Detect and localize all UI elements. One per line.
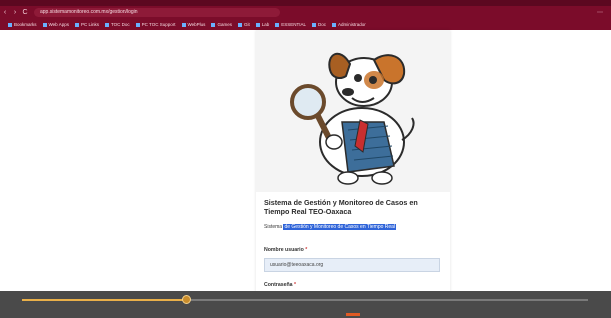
bookmark-favicon-icon	[211, 22, 216, 27]
required-marker: *	[305, 247, 308, 253]
bookmark-favicon-icon	[237, 22, 242, 27]
bookmark-favicon-icon	[74, 22, 79, 27]
browser-chrome: ‹ › C app.sistemamonitoreo.com.mx/gestio…	[0, 0, 611, 30]
login-card: Sistema de Gestión y Monitoreo de Casos …	[256, 30, 450, 306]
dog-illustration	[256, 30, 450, 192]
bookmark-label: Git	[243, 22, 250, 27]
detective-dog-image	[256, 30, 450, 192]
bookmark-label: Lab	[261, 22, 270, 27]
bookmark-item[interactable]: Git	[237, 22, 250, 27]
username-label: Nombre usuario *	[264, 247, 307, 253]
video-progress-thumb[interactable]	[181, 295, 191, 304]
tab-strip	[0, 0, 611, 6]
bookmark-item[interactable]: Games	[211, 22, 232, 27]
bookmark-item[interactable]: Administrador	[332, 22, 366, 27]
bookmark-favicon-icon	[255, 22, 260, 27]
browser-menu-icon[interactable]: ⋯	[597, 9, 611, 16]
page-title: Sistema de Gestión y Monitoreo de Casos …	[264, 198, 418, 216]
bookmark-favicon-icon	[275, 22, 280, 27]
bookmark-favicon-icon	[8, 22, 12, 27]
username-label-text: Nombre usuario	[264, 247, 304, 253]
required-marker: *	[294, 282, 297, 288]
bookmark-item[interactable]: Web Apps	[42, 22, 69, 27]
bookmark-favicon-icon	[135, 22, 140, 27]
bookmark-label: PC Links	[80, 22, 99, 27]
address-bar[interactable]: app.sistemamonitoreo.com.mx/gestion/logi…	[34, 8, 280, 17]
bookmark-label: WebPlus	[187, 22, 206, 27]
back-button[interactable]: ‹	[0, 9, 10, 16]
bookmark-item[interactable]: TOC Doc	[104, 22, 130, 27]
bookmark-item[interactable]: PC Links	[74, 22, 99, 27]
password-label: Contraseña *	[264, 282, 296, 288]
bookmark-item[interactable]: ESSENTIAL	[275, 22, 306, 27]
bookmarks-bar: Bookmarks Web Apps PC Links TOC Doc PC TOC S…	[0, 20, 611, 29]
bookmark-label: Web Apps	[48, 22, 69, 27]
bookmark-label: ESSENTIAL	[281, 22, 306, 27]
bookmark-item[interactable]: Lab	[255, 22, 270, 27]
password-label-text: Contraseña	[264, 282, 293, 288]
bookmark-label: PC TOC Support	[141, 22, 176, 27]
reload-button[interactable]: C	[20, 9, 30, 16]
bookmark-favicon-icon	[42, 22, 47, 27]
forward-button[interactable]: ›	[10, 9, 20, 16]
bookmark-item[interactable]: PC TOC Support	[135, 22, 176, 27]
bookmark-favicon-icon	[104, 22, 109, 27]
bookmark-item[interactable]: WebPlus	[181, 22, 206, 27]
bookmark-item[interactable]: Doc	[312, 22, 326, 27]
bookmark-label: Administrador	[338, 22, 366, 27]
browser-toolbar: ‹ › C app.sistemamonitoreo.com.mx/gestio…	[0, 7, 611, 18]
video-progress-fill	[22, 299, 187, 301]
bookmark-label: Games	[217, 22, 232, 27]
bookmark-label: Bookmarks	[14, 22, 37, 27]
video-controls-bar	[0, 291, 611, 318]
bookmark-label: TOC Doc	[110, 22, 130, 27]
page-subtitle: Sistema de Gestión y Monitoreo de Casos …	[264, 224, 397, 230]
bookmark-favicon-icon	[332, 22, 337, 27]
bookmark-favicon-icon	[312, 22, 316, 27]
subtitle-prefix: Sistema	[264, 224, 283, 230]
bookmark-favicon-icon	[181, 22, 186, 27]
playback-indicator	[346, 313, 360, 316]
subtitle-highlighted-text: de Gestión y Monitoreo de Casos en Tiemp…	[283, 224, 397, 230]
username-input[interactable]: usuario@teeoaxaca.org	[264, 258, 440, 272]
bookmark-label: Doc	[318, 22, 327, 27]
bookmark-item[interactable]: Bookmarks	[8, 22, 37, 27]
